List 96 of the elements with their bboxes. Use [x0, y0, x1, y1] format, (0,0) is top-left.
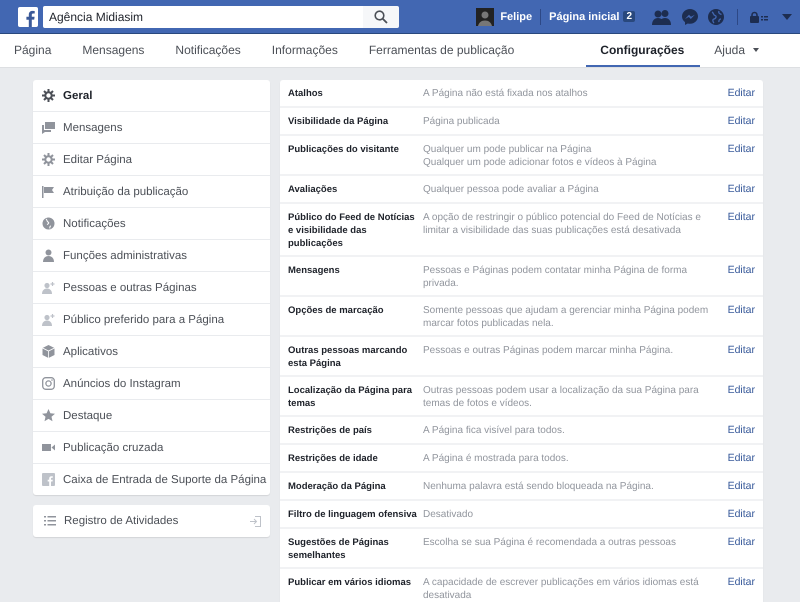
setting-description: A capacidade de escrever publicações em vários idiomas está desativada — [423, 576, 700, 602]
sidebar-item[interactable]: Anúncios do Instagram — [33, 368, 270, 400]
page-tab[interactable]: Mensagens — [82, 34, 160, 67]
setting-name: Restrições de país — [288, 424, 373, 438]
setting-name: Avaliações — [288, 183, 338, 197]
page-tab[interactable]: Página — [14, 34, 66, 67]
sidebar-item[interactable]: Notificações — [33, 208, 270, 240]
messenger-icon[interactable] — [681, 8, 699, 26]
edit-link[interactable]: Editar — [728, 304, 755, 316]
setting-description: Pessoas e outras Páginas podem marcar minha Página. — [423, 344, 674, 357]
page-tab[interactable]: Informações — [272, 34, 353, 67]
setting-description: Outras pessoas podem usar a localização da sua Página para temas de fotos e vídeos. — [423, 384, 700, 410]
page-tab[interactable]: Ajuda — [714, 34, 774, 67]
gear-icon — [42, 89, 55, 102]
home-link[interactable]: Página inicial 2 — [549, 10, 635, 22]
sign-in-icon — [250, 516, 261, 526]
setting-name: Visibilidade da Página — [288, 115, 390, 129]
setting-name: Restrições de idade — [288, 452, 379, 466]
globe-icon[interactable] — [707, 8, 725, 26]
setting-description: A opção de restringir o público potencial do Feed de Notícias e limitar a visibilidade das suas publicações está desativada — [423, 211, 702, 237]
setting-name: Localização da Página para temas — [288, 384, 414, 410]
setting-name: Moderação da Página — [288, 480, 387, 494]
person-icon — [42, 249, 55, 262]
setting-description: Qualquer um pode publicar na Página — [423, 143, 592, 156]
page-tab[interactable]: Configurações — [586, 34, 700, 67]
sidebar-item[interactable]: Geral — [33, 80, 270, 112]
edit-link[interactable]: Editar — [728, 211, 755, 223]
sidebar-item[interactable]: Aplicativos — [33, 336, 270, 368]
edit-link[interactable]: Editar — [728, 87, 755, 99]
search-field[interactable]: Agência Midiasim — [43, 6, 363, 28]
search-button[interactable] — [363, 6, 399, 28]
chat-bubbles-icon — [42, 121, 55, 134]
facebook-square-icon — [42, 473, 55, 486]
friends-icon[interactable] — [651, 8, 673, 24]
setting-description: Pessoas e Páginas podem contatar minha Página de forma privada. — [423, 264, 688, 290]
setting-description: A Página é mostrada para todos. — [423, 452, 570, 465]
edit-link[interactable]: Editar — [728, 480, 755, 492]
page-tab[interactable]: Ferramentas de publicação — [368, 34, 530, 67]
edit-link[interactable]: Editar — [728, 183, 755, 195]
setting-name: Outras pessoas marcando esta Página — [288, 344, 408, 370]
setting-name: Público do Feed de Notícias e visibilidade das publicações — [288, 211, 416, 250]
facebook-logo-icon[interactable] — [18, 6, 38, 26]
setting-name: Atalhos — [288, 87, 324, 101]
list-icon — [44, 516, 56, 526]
caret-icon[interactable] — [782, 14, 792, 20]
person-plus-icon — [42, 313, 55, 326]
setting-description: A Página não está fixada nos atalhos — [423, 87, 589, 100]
edit-link[interactable]: Editar — [728, 384, 755, 396]
notification-badge: 2 — [623, 11, 635, 22]
setting-name: Filtro de linguagem ofensiva — [288, 508, 418, 522]
sidebar-item[interactable]: Atribuição da publicação — [33, 176, 270, 208]
sidebar-item[interactable]: Funções administrativas — [33, 240, 270, 272]
setting-name: Opções de marcação — [288, 304, 385, 318]
search-icon — [374, 10, 388, 24]
activity-log-link[interactable]: Registro de Atividades — [33, 505, 270, 537]
setting-name: Sugestões de Páginas semelhantes — [288, 536, 390, 562]
sidebar-item[interactable]: Pessoas e outras Páginas — [33, 272, 270, 304]
edit-link[interactable]: Editar — [728, 143, 755, 155]
setting-description: Qualquer um pode adicionar fotos e vídeos à Página — [423, 156, 658, 169]
sidebar-item[interactable]: Mensagens — [33, 112, 270, 144]
home-label[interactable]: Página inicial — [549, 10, 620, 22]
edit-link[interactable]: Editar — [728, 344, 755, 356]
sidebar-item[interactable]: Público preferido para a Página — [33, 304, 270, 336]
edit-link[interactable]: Editar — [728, 115, 755, 127]
camera-outline-icon — [42, 377, 55, 390]
sidebar-item[interactable]: Caixa de Entrada de Suporte da Página — [33, 464, 270, 495]
cube-icon — [42, 345, 55, 358]
setting-description: Desativado — [423, 508, 474, 521]
setting-description: A Página fica visível para todos. — [423, 424, 566, 437]
star-icon — [42, 409, 55, 422]
setting-description: Somente pessoas que ajudam a gerenciar minha Página podem marcar fotos publicadas nela. — [423, 304, 710, 330]
avatar-icon — [476, 8, 494, 26]
edit-link[interactable]: Editar — [728, 452, 755, 464]
edit-link[interactable]: Editar — [728, 576, 755, 588]
setting-description: Nenhuma palavra está sendo bloqueada na Página. — [423, 480, 655, 493]
sidebar-item[interactable]: Destaque — [33, 400, 270, 432]
gear-icon — [42, 153, 55, 166]
edit-link[interactable]: Editar — [728, 264, 755, 276]
edit-link[interactable]: Editar — [728, 508, 755, 520]
edit-link[interactable]: Editar — [728, 424, 755, 436]
video-camera-icon — [42, 441, 55, 454]
sidebar-item[interactable]: Publicação cruzada — [33, 432, 270, 464]
setting-name: Mensagens — [288, 264, 341, 278]
setting-name: Publicações do visitante — [288, 143, 400, 157]
user-name[interactable]: Felipe — [500, 10, 532, 22]
setting-name: Publicar em vários idiomas — [288, 576, 412, 590]
page-tab[interactable]: Notificações — [175, 34, 256, 67]
sidebar-item[interactable]: Editar Página — [33, 144, 270, 176]
person-plus-icon — [42, 281, 55, 294]
globe-icon — [42, 217, 55, 230]
setting-description: Qualquer pessoa pode avaliar a Página — [423, 183, 600, 196]
setting-description: Página publicada — [423, 115, 501, 128]
profile-link[interactable]: Felipe — [476, 8, 532, 26]
flag-icon — [42, 185, 55, 198]
setting-description: Escolha se sua Página é recomendada a outras pessoas — [423, 536, 677, 549]
edit-link[interactable]: Editar — [728, 536, 755, 548]
